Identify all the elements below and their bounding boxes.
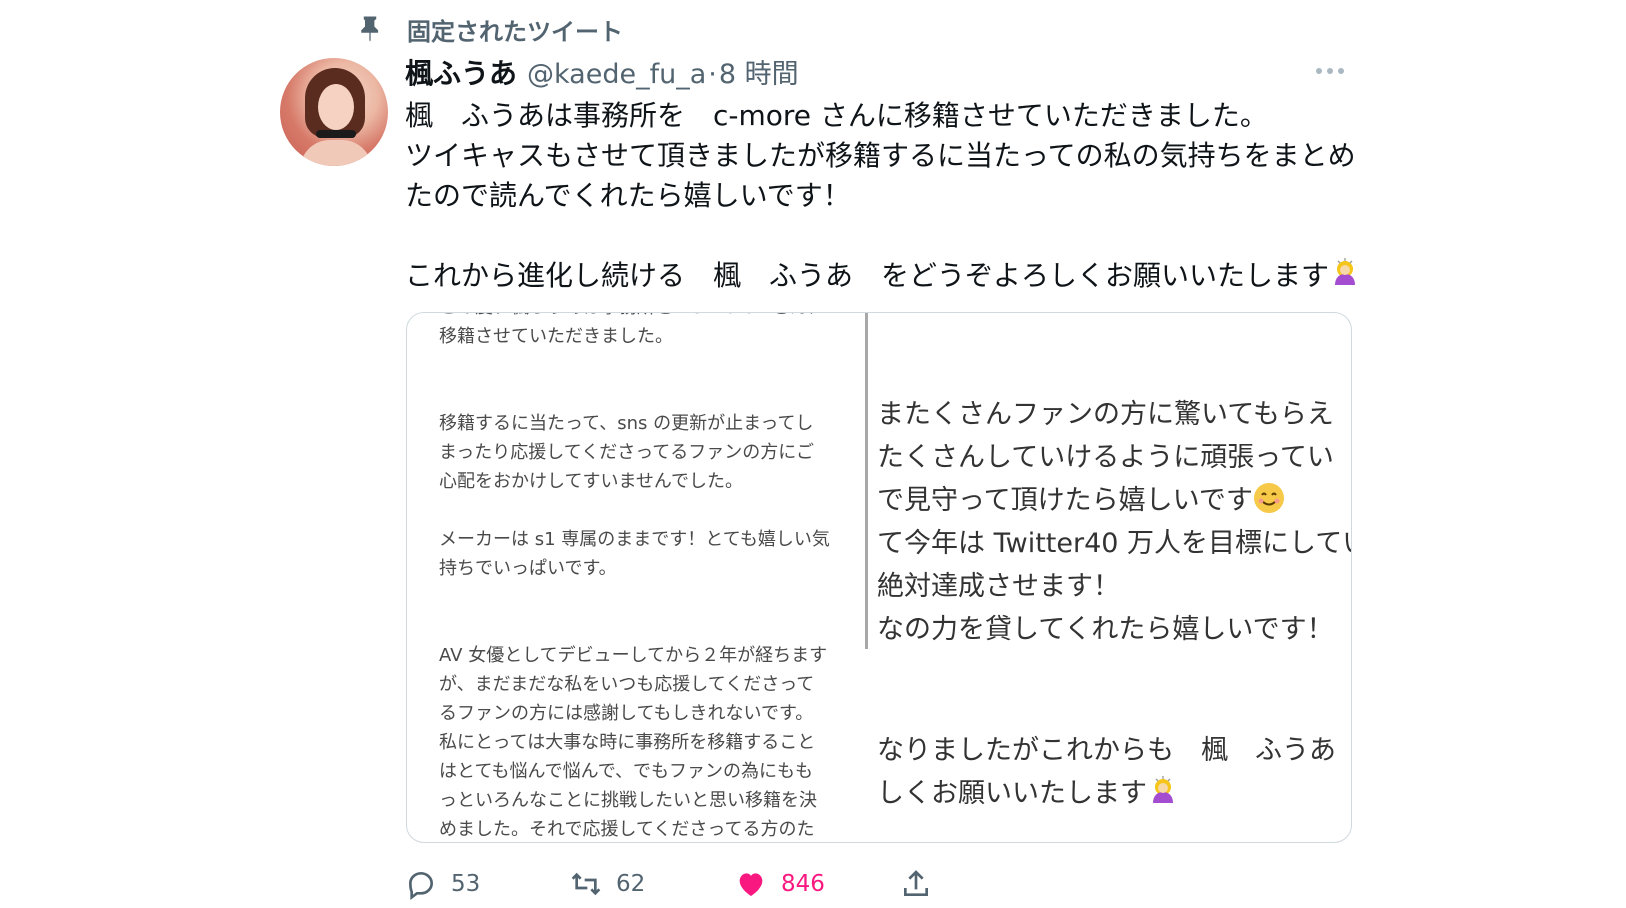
image-text-line: 移籍させていただきました。 bbox=[439, 326, 673, 347]
image-text-line: 心配をおかけしてすいませんでした。 bbox=[439, 471, 744, 492]
image-text-line: て今年は Twitter40 万人を目標にしてい bbox=[877, 528, 1352, 559]
image-text-line: メーカーは s1 専属のままです！とても嬉しい気 bbox=[439, 529, 830, 550]
image-text-right: またくさんファンの方に驚いてもらえ たくさんしていけるように頑張ってい で見守っ… bbox=[877, 393, 1352, 815]
pinned-tweet-indicator: 固定されたツイート bbox=[355, 12, 623, 46]
share-icon bbox=[904, 870, 928, 896]
retweet-count: 62 bbox=[616, 871, 646, 897]
share-button[interactable] bbox=[900, 866, 932, 902]
image-text-line: またくさんファンの方に驚いてもらえ bbox=[877, 399, 1334, 430]
tweet-line: 楓 ふうあは事務所を c-more さんに移籍させていただきました。 bbox=[405, 99, 1268, 132]
tweet-line: これから進化し続ける 楓 ふうあ をどうぞよろしくお願いいたします bbox=[405, 259, 1330, 292]
image-text-line: が、まだまだな私をいつも応援してくださって bbox=[439, 674, 815, 695]
retweet-button[interactable]: 62 bbox=[570, 866, 645, 902]
display-name[interactable]: 楓ふうあ bbox=[405, 52, 517, 92]
user-handle[interactable]: @kaede_fu_a bbox=[527, 59, 706, 90]
reply-count: 53 bbox=[451, 871, 481, 897]
image-text-left: この度、楓ふうあは事務所を c-more さんに 移籍させていただきました。 移… bbox=[407, 313, 852, 842]
image-text-line: なの力を貸してくれたら嬉しいです！ bbox=[877, 614, 1334, 645]
reply-icon bbox=[408, 871, 434, 900]
image-text-line: 私にとっては大事な時に事務所を移籍すること bbox=[439, 732, 816, 753]
image-text-line: で見守って頂けたら嬉しいです bbox=[877, 485, 1253, 516]
pinned-label: 固定されたツイート bbox=[407, 17, 623, 46]
image-text-line: まったり応援してくださってるファンの方にご bbox=[439, 442, 814, 463]
attached-image[interactable]: この度、楓ふうあは事務所を c-more さんに 移籍させていただきました。 移… bbox=[406, 312, 1352, 843]
separator: · bbox=[708, 59, 717, 90]
image-text-line: 絶対達成させます！ bbox=[877, 571, 1120, 602]
tweet-line-last: これから進化し続ける 楓 ふうあ をどうぞよろしくお願いいたします bbox=[405, 256, 1365, 296]
image-text-line-emoji: しくお願いいたします bbox=[877, 772, 1351, 815]
tweet-line: たので読んでくれたら嬉しいです！ bbox=[405, 179, 851, 212]
image-text-line: るファンの方には感謝してもしきれないです。 bbox=[439, 703, 814, 724]
image-divider bbox=[865, 313, 868, 649]
retweet-icon bbox=[571, 872, 601, 896]
tweet-line: ツイキャスもさせて頂きましたが移籍するに当たっての私の気持ちをまとめ bbox=[405, 139, 1356, 172]
image-text-line: この度、楓ふうあは事務所を c-more さんに bbox=[439, 313, 852, 322]
image-text-line: めました。それで応援してくださってる方のた bbox=[439, 819, 815, 840]
tweet-header: 楓ふうあ @kaede_fu_a · 8 時間 bbox=[405, 52, 799, 92]
image-text-line: っといろんなことに挑戦したいと思い移籍を決 bbox=[439, 790, 817, 811]
avatar[interactable] bbox=[280, 58, 388, 166]
woman-bowing-emoji bbox=[1329, 257, 1361, 289]
like-button[interactable]: 846 bbox=[735, 866, 825, 902]
image-text-line: 移籍するに当たって、sns の更新が止まってし bbox=[439, 413, 814, 434]
image-text-line: AV 女優としてデビューしてから２年が経ちます bbox=[439, 645, 828, 666]
reply-button[interactable]: 53 bbox=[405, 866, 480, 902]
image-text-line: たくさんしていけるように頑張ってい bbox=[877, 442, 1334, 473]
image-text-line: なりましたがこれからも 楓 ふうあ bbox=[877, 735, 1336, 766]
action-bar: 53 62 846 bbox=[405, 866, 965, 902]
tweet-text: 楓 ふうあは事務所を c-more さんに移籍させていただきました。 ツイキャス… bbox=[405, 96, 1365, 296]
like-count: 846 bbox=[781, 871, 825, 897]
heart-icon bbox=[739, 873, 763, 896]
image-text-line-emoji: で見守って頂けたら嬉しいです bbox=[877, 479, 1351, 522]
image-text-line: 持ちでいっぱいです。 bbox=[439, 558, 617, 579]
timestamp[interactable]: 8 時間 bbox=[719, 52, 799, 91]
pin-icon bbox=[355, 14, 385, 44]
smiling-face-emoji bbox=[1253, 482, 1285, 514]
woman-bowing-emoji bbox=[1147, 775, 1179, 807]
image-text-line: はとても悩んで悩んで、でもファンの為にもも bbox=[439, 761, 814, 782]
more-options-icon[interactable] bbox=[1316, 62, 1344, 80]
image-text-line: しくお願いいたします bbox=[877, 778, 1147, 809]
